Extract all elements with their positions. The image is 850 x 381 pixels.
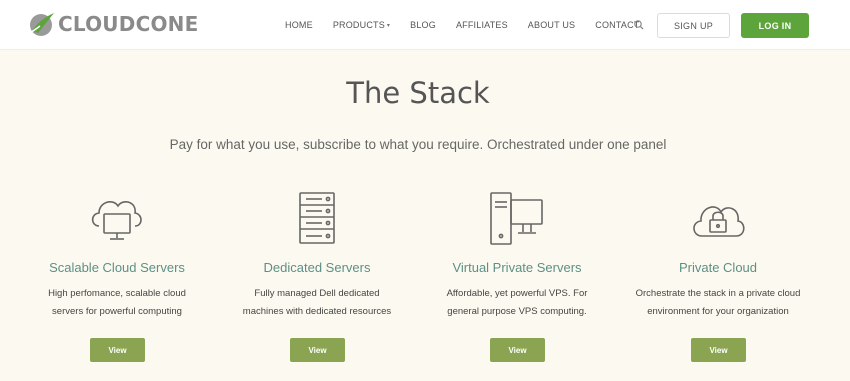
card-dedicated-servers: Dedicated Servers Fully managed Dell ded… — [217, 190, 417, 375]
nav-about-us[interactable]: ABOUT US — [528, 20, 575, 30]
card-title: Virtual Private Servers — [452, 260, 582, 275]
main-nav: HOME PRODUCTS ▾ BLOG AFFILIATES ABOUT US … — [285, 0, 659, 50]
desktop-tower-icon — [487, 190, 547, 248]
card-description: Orchestrate the stack in a private cloud… — [635, 288, 801, 317]
view-button[interactable]: View — [90, 338, 145, 362]
cloud-lock-icon — [688, 190, 748, 248]
logo-text: CLOUDCONE — [58, 12, 199, 36]
page-title: The Stack — [346, 76, 490, 110]
nav-blog[interactable]: BLOG — [410, 20, 436, 30]
card-description: Affordable, yet powerful VPS. For genera… — [446, 288, 588, 317]
cloud-monitor-icon — [87, 190, 147, 248]
nav-products[interactable]: PRODUCTS ▾ — [333, 20, 390, 30]
card-title: Private Cloud — [678, 260, 758, 275]
chevron-down-icon: ▾ — [386, 22, 391, 29]
view-button[interactable]: View — [490, 338, 545, 362]
card-description: High perfomance, scalable cloud servers … — [48, 288, 186, 317]
card-title: Scalable Cloud Servers — [49, 260, 185, 275]
view-button[interactable]: View — [290, 338, 345, 362]
nav-affiliates[interactable]: AFFILIATES — [456, 20, 508, 30]
server-rack-icon — [287, 190, 347, 248]
search-icon[interactable] — [633, 18, 645, 30]
log-in-button[interactable]: LOG IN — [741, 13, 809, 38]
page-subtitle: Pay for what you use, subscribe to what … — [169, 137, 667, 152]
site-header: CLOUDCONE HOME PRODUCTS ▾ BLOG AFFILIATES… — [0, 0, 850, 50]
card-private-cloud: Private Cloud Orchestrate the stack in a… — [618, 190, 818, 375]
card-scalable-cloud-servers: Scalable Cloud Servers High perfomance, … — [17, 190, 217, 375]
card-title: Dedicated Servers — [263, 260, 371, 275]
card-virtual-private-servers: Virtual Private Servers Affordable, yet … — [417, 190, 617, 375]
cloudcone-logo[interactable]: CLOUDCONE — [26, 9, 198, 39]
card-description: Fully managed Dell dedicated machines wi… — [242, 288, 392, 317]
sign-up-button[interactable]: SIGN UP — [657, 13, 730, 38]
nav-home[interactable]: HOME — [285, 20, 313, 30]
view-button[interactable]: View — [691, 338, 746, 362]
cloudcone-logo-mark-icon — [29, 13, 54, 36]
